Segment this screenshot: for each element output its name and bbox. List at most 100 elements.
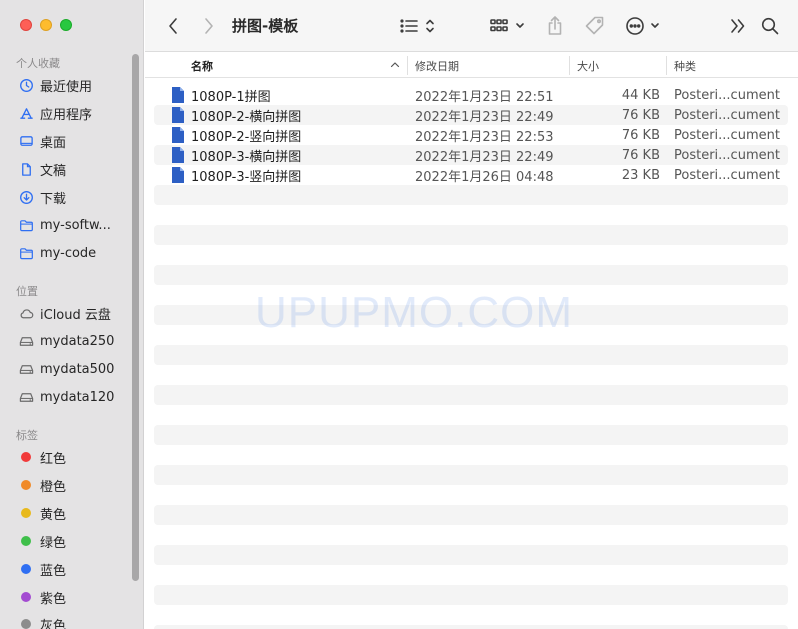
sidebar-item-label: 下载: [40, 191, 67, 207]
column-divider[interactable]: [407, 56, 408, 75]
download-icon: [18, 189, 34, 205]
sidebar-tag-green[interactable]: 绿色: [18, 530, 130, 552]
empty-row: [154, 625, 788, 629]
sidebar-item-label: 黄色: [40, 507, 67, 523]
sidebar-item-mydata250[interactable]: mydata250: [18, 330, 130, 352]
tag-dot-icon: [21, 564, 31, 574]
column-header: 名称 修改日期 大小 种类: [145, 53, 798, 78]
drive-icon: [18, 361, 34, 377]
sidebar-section-locations: 位置: [16, 285, 38, 298]
tag-button[interactable]: [583, 14, 607, 38]
zoom-window-button[interactable]: [60, 19, 72, 31]
close-window-button[interactable]: [20, 19, 32, 31]
sidebar-item-my-software[interactable]: my-softw...: [18, 214, 130, 236]
tag-dot-icon: [21, 536, 31, 546]
group-by-button[interactable]: [489, 14, 527, 38]
file-row[interactable]: 1080P-3-横向拼图 2022年1月23日 22:49 76 KB Post…: [154, 145, 788, 165]
sidebar-item-label: 最近使用: [40, 79, 93, 95]
sidebar-tag-purple[interactable]: 紫色: [18, 586, 130, 608]
sort-ascending-icon[interactable]: [390, 61, 400, 68]
file-kind: Posteri...cument: [674, 87, 780, 103]
cloud-icon: [18, 305, 34, 321]
sidebar-item-mydata120[interactable]: mydata120: [18, 386, 130, 408]
empty-row: [154, 585, 788, 605]
minimize-window-button[interactable]: [40, 19, 52, 31]
sidebar-tag-yellow[interactable]: 黄色: [18, 502, 130, 524]
sidebar-tag-blue[interactable]: 蓝色: [18, 558, 130, 580]
sidebar-item-label: 文稿: [40, 163, 67, 179]
file-row[interactable]: 1080P-2-竖向拼图 2022年1月23日 22:53 76 KB Post…: [154, 125, 788, 145]
clock-icon: [18, 77, 34, 93]
column-header-size[interactable]: 大小: [577, 58, 599, 74]
column-divider[interactable]: [666, 56, 667, 75]
file-date: 2022年1月26日 04:48: [415, 169, 554, 185]
tag-dot-icon: [21, 508, 31, 518]
column-header-kind[interactable]: 种类: [674, 58, 696, 74]
poster-document-icon: [172, 167, 184, 183]
sidebar-tag-orange[interactable]: 橙色: [18, 474, 130, 496]
share-button[interactable]: [544, 14, 566, 38]
sidebar-item-label: 蓝色: [40, 563, 67, 579]
file-name: 1080P-2-竖向拼图: [191, 129, 302, 145]
file-kind: Posteri...cument: [674, 167, 780, 183]
back-button[interactable]: [163, 14, 183, 38]
file-kind: Posteri...cument: [674, 147, 780, 163]
sidebar-item-mydata500[interactable]: mydata500: [18, 358, 130, 380]
forward-button[interactable]: [199, 14, 219, 38]
file-size: 23 KB: [621, 167, 660, 183]
poster-document-icon: [172, 107, 184, 123]
sidebar-item-icloud[interactable]: iCloud 云盘: [18, 302, 130, 324]
sidebar-item-label: 灰色: [40, 618, 67, 629]
column-header-name[interactable]: 名称: [191, 58, 213, 74]
drive-icon: [18, 389, 34, 405]
sidebar-item-my-code[interactable]: my-code: [18, 242, 130, 264]
sidebar-item-label: iCloud 云盘: [40, 307, 111, 323]
folder-icon: [18, 245, 34, 261]
action-menu-button[interactable]: [624, 14, 664, 38]
sidebar-item-recents[interactable]: 最近使用: [18, 74, 130, 96]
file-size: 76 KB: [621, 127, 660, 143]
tag-dot-icon: [21, 619, 31, 629]
sidebar-tag-red[interactable]: 红色: [18, 446, 130, 468]
sidebar-item-label: my-softw...: [40, 217, 111, 233]
file-date: 2022年1月23日 22:53: [415, 129, 554, 145]
tag-icon: [585, 16, 604, 35]
sidebar-section-favorites: 个人收藏: [16, 57, 60, 70]
file-row[interactable]: 1080P-1拼图 2022年1月23日 22:51 44 KB Posteri…: [154, 85, 788, 105]
empty-row: [154, 505, 788, 525]
tag-dot-icon: [21, 452, 31, 462]
file-name: 1080P-3-横向拼图: [191, 149, 302, 165]
column-divider[interactable]: [569, 56, 570, 75]
poster-document-icon: [172, 127, 184, 143]
tag-dot-icon: [21, 480, 31, 490]
search-button[interactable]: [759, 14, 781, 38]
document-icon: [18, 161, 34, 177]
share-icon: [548, 16, 562, 35]
sidebar-item-applications[interactable]: 应用程序: [18, 102, 130, 124]
file-date: 2022年1月23日 22:49: [415, 149, 554, 165]
sidebar-item-label: 桌面: [40, 135, 67, 151]
column-header-date[interactable]: 修改日期: [415, 58, 459, 74]
watermark: UPUPMO.COM: [255, 288, 573, 337]
file-row[interactable]: 1080P-2-横向拼图 2022年1月23日 22:49 76 KB Post…: [154, 105, 788, 125]
list-view-button[interactable]: [399, 14, 439, 38]
sidebar-tag-gray[interactable]: 灰色: [18, 613, 130, 629]
sidebar-item-desktop[interactable]: 桌面: [18, 130, 130, 152]
sidebar-item-documents[interactable]: 文稿: [18, 158, 130, 180]
sidebar-item-label: mydata500: [40, 361, 115, 377]
more-options-icon: [626, 17, 659, 35]
sidebar-scrollbar[interactable]: [132, 54, 139, 581]
file-name: 1080P-1拼图: [191, 89, 271, 105]
sidebar-item-downloads[interactable]: 下载: [18, 186, 130, 208]
apps-icon: [18, 105, 34, 121]
toolbar-overflow-button[interactable]: [728, 14, 748, 38]
grid-icon: [490, 19, 524, 32]
file-row[interactable]: 1080P-3-竖向拼图 2022年1月26日 04:48 23 KB Post…: [154, 165, 788, 185]
empty-row: [154, 425, 788, 445]
sidebar-item-label: 橙色: [40, 479, 67, 495]
file-name: 1080P-3-竖向拼图: [191, 169, 302, 185]
sidebar-item-label: mydata250: [40, 333, 115, 349]
file-date: 2022年1月23日 22:49: [415, 109, 554, 125]
file-size: 44 KB: [621, 87, 660, 103]
list-view-icon: [400, 19, 434, 33]
